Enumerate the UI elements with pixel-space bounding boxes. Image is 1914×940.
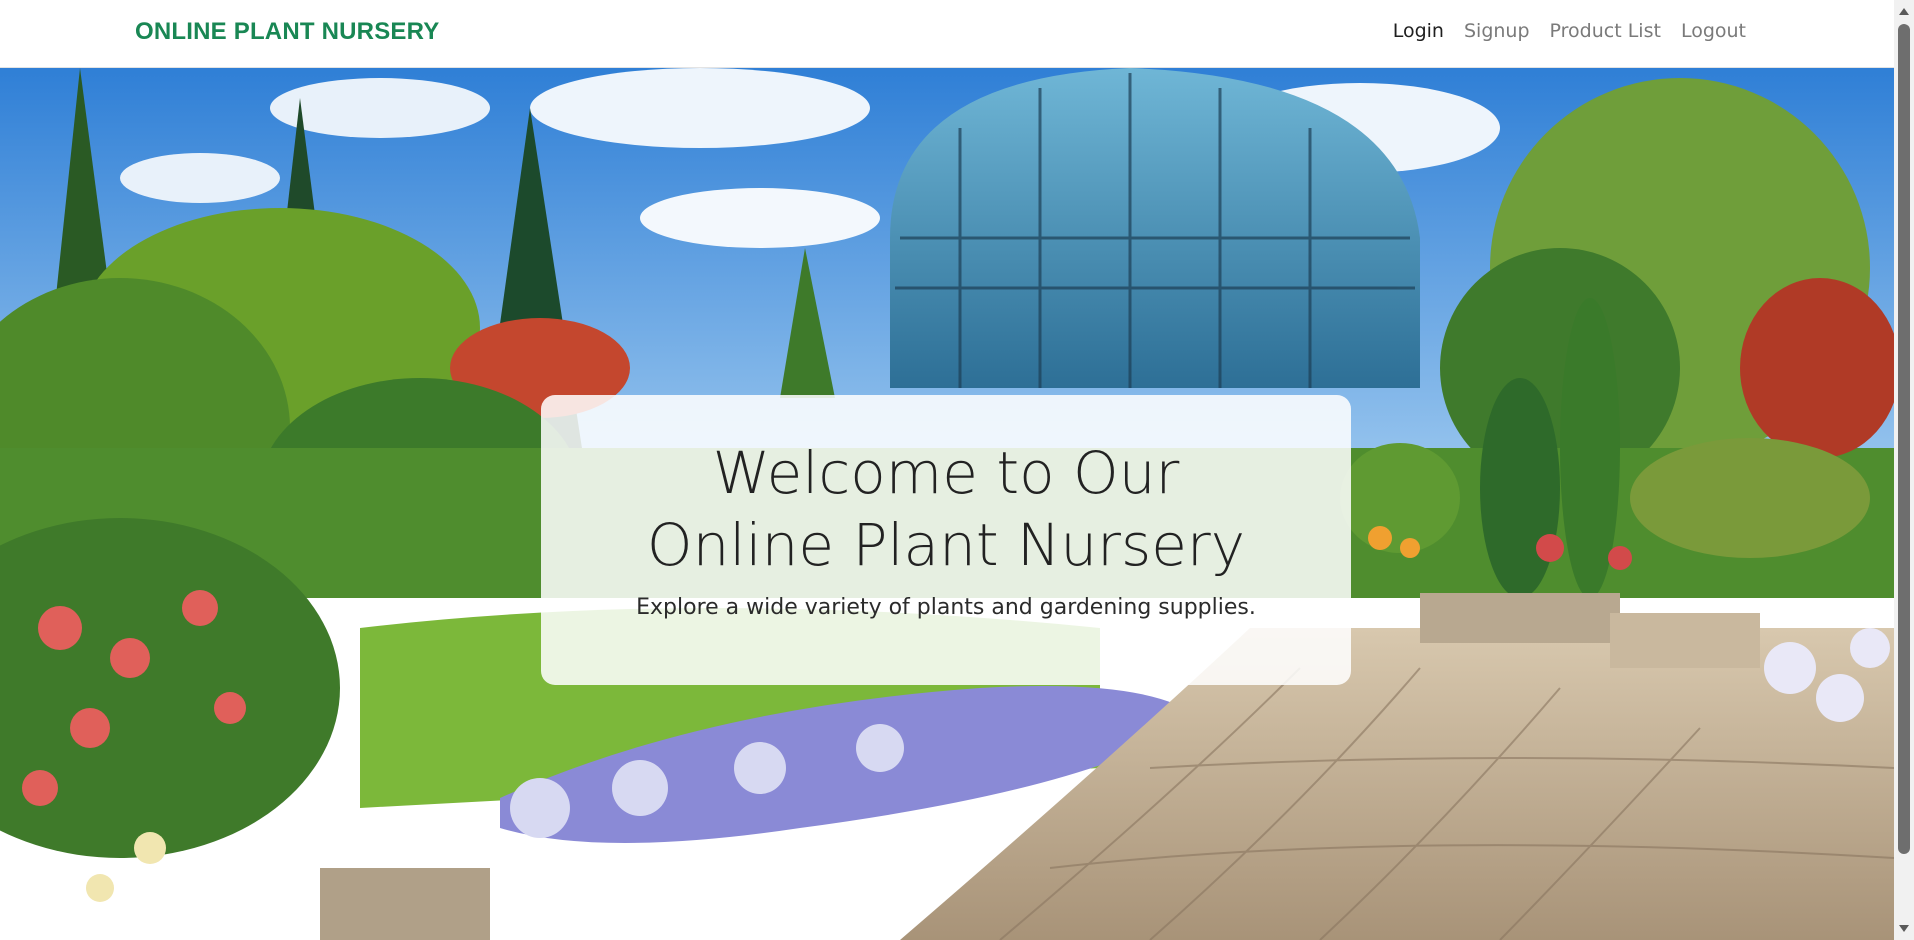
- welcome-title: Welcome to Our Online Plant Nursery: [646, 439, 1246, 579]
- scroll-up-icon[interactable]: [1899, 8, 1909, 15]
- nav-links: Login Signup Product List Logout: [1393, 20, 1746, 42]
- welcome-subtitle: Explore a wide variety of plants and gar…: [636, 595, 1256, 620]
- nav-link-signup[interactable]: Signup: [1464, 20, 1530, 42]
- page: ONLINE PLANT NURSERY Login Signup Produc…: [0, 0, 1914, 940]
- nav-link-logout[interactable]: Logout: [1681, 20, 1746, 42]
- nav-link-login[interactable]: Login: [1393, 20, 1444, 42]
- welcome-card: Welcome to Our Online Plant Nursery Expl…: [541, 395, 1351, 685]
- page-scrollbar[interactable]: [1894, 0, 1914, 940]
- brand-logo[interactable]: ONLINE PLANT NURSERY: [135, 18, 439, 46]
- scroll-down-icon[interactable]: [1899, 925, 1909, 932]
- navbar: ONLINE PLANT NURSERY Login Signup Produc…: [0, 0, 1894, 68]
- scroll-thumb[interactable]: [1898, 24, 1910, 854]
- nav-link-product-list[interactable]: Product List: [1550, 20, 1661, 42]
